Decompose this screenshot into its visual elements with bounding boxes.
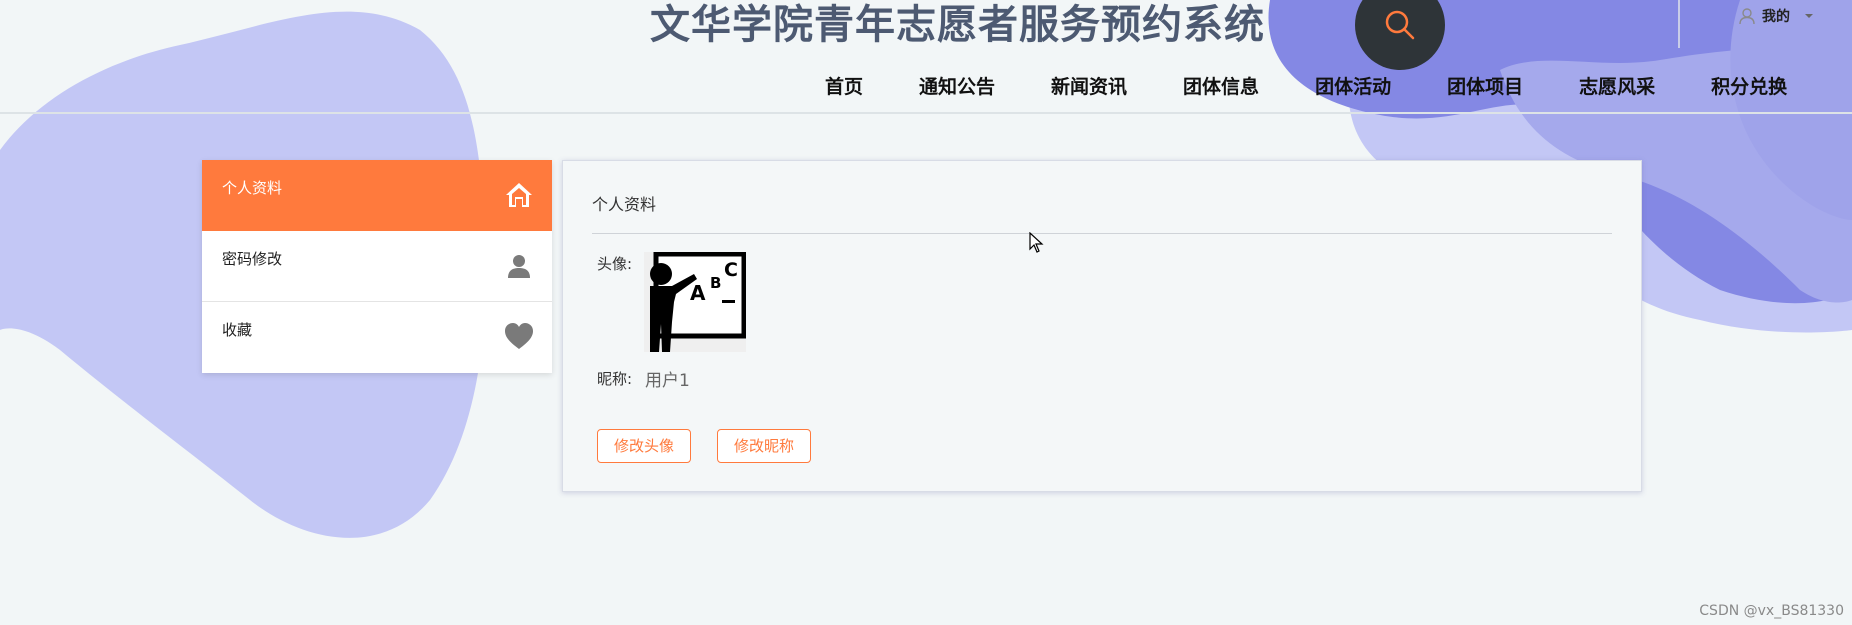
mouse-cursor-icon	[1029, 232, 1044, 253]
svg-text:B: B	[710, 274, 721, 292]
panel-divider	[592, 233, 1612, 234]
panel-title: 个人资料	[592, 195, 657, 214]
nav-item-notices[interactable]: 通知公告	[919, 72, 995, 99]
sidebar-item-label: 密码修改	[222, 250, 283, 268]
person-icon	[508, 255, 530, 278]
nav-item-news[interactable]: 新闻资讯	[1051, 72, 1127, 99]
nav-item-volunteer-showcase[interactable]: 志愿风采	[1579, 72, 1655, 99]
nav-item-home[interactable]: 首页	[825, 72, 863, 99]
profile-panel: 个人资料 头像: A B C 昵称: 用户1 修改头像 修改昵称	[562, 160, 1642, 492]
sidebar-item-label: 收藏	[222, 321, 253, 339]
header-divider	[0, 112, 1852, 114]
teacher-icon: A B C	[650, 251, 747, 352]
nav-item-points-exchange[interactable]: 积分兑换	[1711, 72, 1787, 99]
sidebar-menu: 个人资料 密码修改 收藏	[202, 160, 552, 373]
sidebar-item-profile[interactable]: 个人资料	[202, 160, 552, 231]
svg-text:C: C	[724, 259, 738, 281]
svg-text:A: A	[690, 281, 706, 305]
user-menu-label: 我的	[1762, 9, 1790, 25]
nickname-label: 昵称:	[597, 370, 633, 388]
user-icon	[1739, 8, 1755, 25]
main-nav: 首页 通知公告 新闻资讯 团体信息 团体活动 团体项目 志愿风采 积分兑换	[825, 72, 1787, 99]
avatar-label: 头像:	[597, 255, 633, 273]
home-icon	[506, 183, 532, 207]
site-title: 文华学院青年志愿者服务预约系统	[650, 2, 1265, 48]
search-icon	[1385, 10, 1415, 40]
sidebar-item-favorites[interactable]: 收藏	[202, 302, 552, 373]
nav-item-group-info[interactable]: 团体信息	[1183, 72, 1259, 99]
sidebar-item-label: 个人资料	[222, 179, 283, 197]
user-menu[interactable]: 我的	[1738, 6, 1816, 26]
caret-down-icon	[1805, 14, 1813, 18]
sidebar-item-password[interactable]: 密码修改	[202, 231, 552, 302]
header-vertical-divider	[1678, 0, 1680, 48]
nav-item-group-activities[interactable]: 团体活动	[1315, 72, 1391, 99]
nav-item-group-projects[interactable]: 团体项目	[1447, 72, 1523, 99]
watermark: CSDN @vx_BS81330	[1699, 603, 1844, 619]
avatar-image: A B C	[644, 251, 747, 352]
heart-icon	[505, 323, 533, 349]
nickname-value: 用户1	[645, 371, 690, 391]
edit-nickname-button[interactable]: 修改昵称	[717, 429, 812, 463]
edit-avatar-button[interactable]: 修改头像	[597, 429, 692, 463]
